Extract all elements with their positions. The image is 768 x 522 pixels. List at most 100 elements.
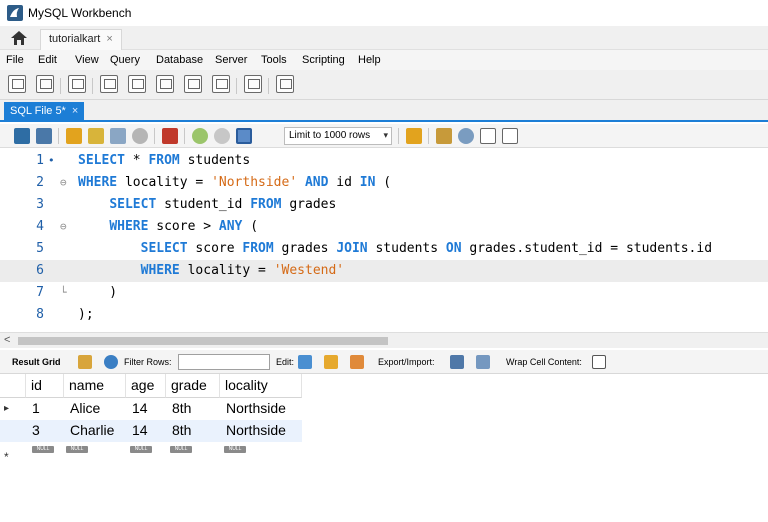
editor-line[interactable]: 4 ⊖ WHERE score > ANY (: [0, 216, 768, 238]
scrollbar-thumb[interactable]: [18, 337, 388, 345]
editor-line[interactable]: 7 └ ): [0, 282, 768, 304]
close-sql-tab-icon[interactable]: ×: [72, 105, 78, 117]
add-snippet-icon[interactable]: [406, 128, 422, 144]
null-badge[interactable]: NULL: [130, 446, 152, 453]
grid-view-icon[interactable]: [78, 355, 92, 369]
connection-tab[interactable]: tutorialkart ×: [40, 29, 122, 50]
table-cell[interactable]: 3: [32, 422, 40, 438]
sql-keyword: FROM: [148, 153, 180, 168]
menu-database[interactable]: Database: [156, 54, 203, 66]
column-header-name[interactable]: name: [64, 374, 126, 398]
filter-rows-input[interactable]: [178, 354, 270, 370]
create-table-icon[interactable]: [128, 75, 146, 93]
sql-text: students: [367, 241, 446, 256]
result-grid-label[interactable]: Result Grid: [12, 357, 61, 367]
menu-tools[interactable]: Tools: [261, 54, 287, 66]
create-schema-icon[interactable]: [100, 75, 118, 93]
inspector-icon[interactable]: [68, 75, 86, 93]
table-row[interactable]: ▸ 1 Alice 14 8th Northside: [0, 398, 302, 420]
column-header-id[interactable]: id: [26, 374, 64, 398]
search-table-data-icon[interactable]: [244, 75, 262, 93]
import-icon[interactable]: [476, 355, 490, 369]
save-icon[interactable]: [36, 128, 52, 144]
sql-text: id: [328, 175, 360, 190]
code-text[interactable]: ): [78, 282, 117, 304]
menu-view[interactable]: View: [75, 54, 99, 66]
menu-help[interactable]: Help: [358, 54, 381, 66]
table-cell[interactable]: 14: [132, 400, 148, 416]
explain-icon[interactable]: [110, 128, 126, 144]
code-text[interactable]: WHERE locality = 'Westend': [78, 260, 345, 282]
null-badge[interactable]: NULL: [66, 446, 88, 453]
code-text[interactable]: SELECT score FROM grades JOIN students O…: [78, 238, 712, 260]
table-cell[interactable]: Charlie: [70, 422, 114, 438]
execute-current-statement-icon[interactable]: [88, 128, 104, 144]
refresh-icon[interactable]: [104, 355, 118, 369]
menu-file[interactable]: File: [6, 54, 24, 66]
table-cell[interactable]: 1: [32, 400, 40, 416]
scroll-left-icon[interactable]: <: [4, 334, 10, 346]
menu-server[interactable]: Server: [215, 54, 247, 66]
create-view-icon[interactable]: [156, 75, 174, 93]
invisible-characters-icon[interactable]: [480, 128, 496, 144]
insert-row-icon[interactable]: [324, 355, 338, 369]
create-function-icon[interactable]: [212, 75, 230, 93]
editor-line[interactable]: 2 ⊖ WHERE locality = 'Northside' AND id IN…: [0, 172, 768, 194]
reconnect-icon[interactable]: [276, 75, 294, 93]
open-sql-script-icon[interactable]: [36, 75, 54, 93]
column-header-age[interactable]: age: [126, 374, 166, 398]
editor-line[interactable]: 3 SELECT student_id FROM grades: [0, 194, 768, 216]
table-cell[interactable]: Alice: [70, 400, 100, 416]
auto-commit-icon[interactable]: [236, 128, 252, 144]
menu-edit[interactable]: Edit: [38, 54, 57, 66]
editor-line[interactable]: 6 WHERE locality = 'Westend': [0, 260, 768, 282]
code-text[interactable]: SELECT student_id FROM grades: [78, 194, 336, 216]
code-text[interactable]: SELECT * FROM students: [78, 150, 250, 172]
column-header-locality[interactable]: locality: [220, 374, 302, 398]
code-text[interactable]: WHERE locality = 'Northside' AND id IN (: [78, 172, 391, 194]
table-cell[interactable]: 14: [132, 422, 148, 438]
menu-query[interactable]: Query: [110, 54, 140, 66]
editor-line[interactable]: 5 SELECT score FROM grades JOIN students…: [0, 238, 768, 260]
create-procedure-icon[interactable]: [184, 75, 202, 93]
table-cell[interactable]: 8th: [172, 400, 191, 416]
editor-line[interactable]: 1 • SELECT * FROM students: [0, 150, 768, 172]
table-row[interactable]: 3 Charlie 14 8th Northside: [0, 420, 302, 442]
find-icon[interactable]: [458, 128, 474, 144]
open-file-icon[interactable]: [14, 128, 30, 144]
null-badge[interactable]: NULL: [224, 446, 246, 453]
menu-scripting[interactable]: Scripting: [302, 54, 345, 66]
wrap-cell-icon[interactable]: [592, 355, 606, 369]
code-text[interactable]: WHERE score > ANY (: [78, 216, 258, 238]
home-icon[interactable]: [10, 30, 28, 46]
fold-marker-icon[interactable]: ⊖: [60, 172, 72, 194]
sql-file-tab[interactable]: SQL File 5* ×: [4, 102, 85, 122]
export-icon[interactable]: [450, 355, 464, 369]
stop-icon[interactable]: [132, 128, 148, 144]
new-sql-tab-icon[interactable]: [8, 75, 26, 93]
delete-row-icon[interactable]: [350, 355, 364, 369]
close-tab-icon[interactable]: ×: [106, 33, 112, 45]
sql-text: *: [124, 153, 149, 168]
editor-line[interactable]: 8);: [0, 304, 768, 326]
new-row-marker[interactable]: *: [4, 450, 9, 464]
horizontal-scrollbar[interactable]: <: [0, 332, 768, 348]
table-cell[interactable]: 8th: [172, 422, 191, 438]
null-badge[interactable]: NULL: [32, 446, 54, 453]
code-text[interactable]: );: [78, 304, 94, 326]
fold-marker-icon[interactable]: ⊖: [60, 216, 72, 238]
column-header-grade[interactable]: grade: [166, 374, 220, 398]
edit-current-row-icon[interactable]: [298, 355, 312, 369]
toggle-error-icon[interactable]: [162, 128, 178, 144]
beautify-icon[interactable]: [436, 128, 452, 144]
commit-icon[interactable]: [192, 128, 208, 144]
rollback-icon[interactable]: [214, 128, 230, 144]
result-grid[interactable]: id name age grade locality ▸ 1 Alice 14 …: [0, 374, 302, 464]
execute-icon[interactable]: [66, 128, 82, 144]
table-cell[interactable]: Northside: [226, 422, 286, 438]
table-cell[interactable]: Northside: [226, 400, 286, 416]
limit-rows-select[interactable]: Limit to 1000 rows ▾: [284, 127, 392, 145]
word-wrap-icon[interactable]: [502, 128, 518, 144]
sql-editor[interactable]: 1 • SELECT * FROM students 2 ⊖ WHERE locality…: [0, 148, 768, 332]
null-badge[interactable]: NULL: [170, 446, 192, 453]
